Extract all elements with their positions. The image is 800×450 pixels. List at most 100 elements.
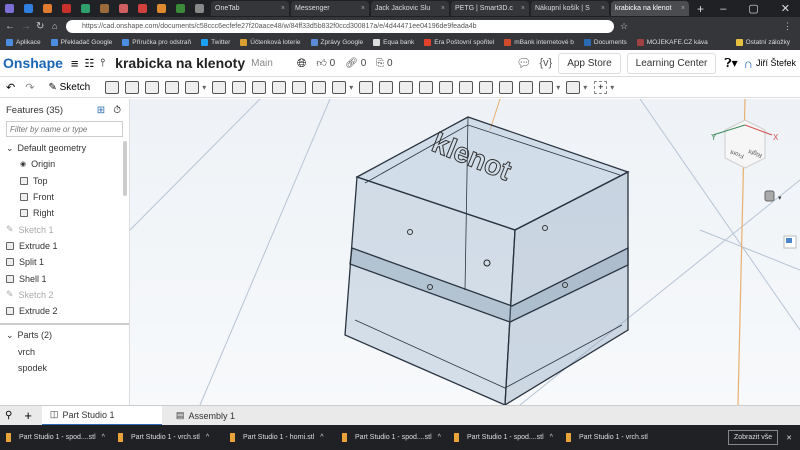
feature-sketch-2[interactable]: ✎ Sketch 2 [0, 287, 129, 303]
delete-part-icon[interactable] [439, 80, 454, 94]
pinned-tab[interactable] [135, 3, 150, 15]
learning-center-button[interactable]: Learning Center [626, 52, 717, 74]
pinned-tab[interactable] [97, 3, 112, 15]
mate-connector-icon[interactable]: + [594, 80, 608, 94]
home-icon[interactable]: ⌂ [52, 21, 57, 31]
onshape-logo[interactable]: Onshape [3, 55, 63, 71]
pinned-tab[interactable] [116, 3, 131, 15]
feature-right-plane[interactable]: Right [0, 205, 129, 221]
feature-list-scrollbar[interactable] [123, 141, 127, 196]
split-icon[interactable] [399, 80, 414, 94]
reload-icon[interactable]: ↻ [36, 21, 44, 32]
rollback-timer-icon[interactable]: ⏱︎ [113, 105, 121, 116]
close-downloads-icon[interactable]: ✕ [786, 434, 792, 442]
modify-fillet-icon[interactable] [459, 80, 474, 94]
loft-icon[interactable] [165, 80, 180, 94]
bookmark[interactable]: Era Poštovní spořitel [424, 39, 494, 46]
feature-sketch-1[interactable]: ✎ Sketch 1 [0, 221, 129, 237]
show-all-downloads-button[interactable]: Zobrazit vše [728, 430, 779, 445]
tab-onetab[interactable]: OneTab × [211, 1, 289, 16]
branch-name[interactable]: Main [251, 58, 273, 69]
bookmark-folder[interactable]: Ostatní záložky [735, 39, 790, 46]
plane-icon[interactable] [539, 80, 554, 94]
rib-icon[interactable] [272, 80, 287, 94]
pinned-tab[interactable] [21, 3, 36, 15]
download-item[interactable]: Part Studio 1 - spod....stl ^ [448, 433, 560, 442]
undo-icon[interactable]: ↶ [6, 81, 15, 94]
transform-icon[interactable] [419, 80, 434, 94]
render-mode-icon[interactable] [764, 190, 775, 202]
download-item[interactable]: Part Studio 1 - vrch.stl ^ [112, 433, 224, 442]
feature-list-icon[interactable]: ☷ [85, 57, 95, 70]
revolve-icon[interactable] [125, 80, 140, 94]
extrude-icon[interactable] [105, 80, 120, 94]
redo-icon[interactable]: ↷ [25, 81, 34, 94]
feature-extrude-1[interactable]: Extrude 1 [0, 238, 129, 254]
tab-assembly-1[interactable]: ▤ Assembly 1 [168, 406, 288, 426]
draft-icon[interactable] [252, 80, 267, 94]
pinned-tab[interactable] [192, 3, 207, 15]
hamburger-icon[interactable]: ≡ [71, 56, 79, 71]
replace-face-icon[interactable] [499, 80, 514, 94]
part-item[interactable]: spodek [0, 360, 129, 376]
likes-count[interactable]: 👍︎ 0 [316, 57, 335, 69]
close-icon[interactable]: × [281, 5, 285, 12]
tab-onshape[interactable]: krabicka na klenot × [611, 1, 689, 16]
help-icon[interactable]: ❓︎▾ [724, 56, 737, 71]
back-icon[interactable]: ← [5, 21, 15, 32]
feature-shell-1[interactable]: Shell 1 [0, 270, 129, 286]
chamfer-icon[interactable] [232, 80, 247, 94]
bookmark[interactable]: Documents [583, 39, 627, 46]
bookmark[interactable]: Equa bank [373, 39, 414, 46]
render-mode-dropdown[interactable]: ▾ [778, 195, 782, 202]
maximize-button[interactable]: ▢ [748, 2, 758, 15]
sketch-button[interactable]: ✎ Sketch [48, 82, 90, 93]
part-item[interactable]: vrch [0, 344, 129, 360]
download-item[interactable]: Part Studio 1 - horni.stl ^ [224, 433, 336, 442]
mirror-icon[interactable] [359, 80, 374, 94]
measure-icon[interactable] [566, 80, 581, 94]
view-cube[interactable]: Y X Front Right [711, 119, 779, 169]
add-tab-button[interactable]: + [24, 408, 32, 423]
pinned-tab[interactable] [154, 3, 169, 15]
tab-search-icon[interactable]: ⚲ [5, 410, 12, 421]
add-folder-icon[interactable]: ⊞ [97, 105, 105, 116]
download-item[interactable]: Part Studio 1 - spod....stl ^ [0, 433, 112, 442]
bookmark[interactable]: Účtenková loterie [240, 39, 301, 46]
close-icon[interactable]: × [361, 5, 365, 12]
bookmark[interactable]: Aplikace [6, 39, 41, 46]
graphics-viewport[interactable]: klenot Y X Front Right ▾ [130, 99, 800, 405]
default-geometry-group[interactable]: ⌄ Default geometry [0, 140, 129, 156]
move-face-icon[interactable] [479, 80, 494, 94]
tab-part-studio-1[interactable]: ◫ Part Studio 1 [41, 405, 162, 426]
pinned-tab[interactable] [78, 3, 93, 15]
star-icon[interactable]: ☆ [620, 21, 628, 32]
close-icon[interactable]: × [521, 5, 525, 12]
feature-origin[interactable]: ◉ Origin [0, 156, 129, 172]
bookmark[interactable]: Twitter [201, 39, 230, 46]
close-icon[interactable]: × [441, 5, 445, 12]
variables-icon[interactable]: {v} [539, 57, 552, 69]
tab-messenger[interactable]: Messenger × [291, 1, 369, 16]
feature-top-plane[interactable]: Top [0, 173, 129, 189]
app-store-button[interactable]: App Store [558, 52, 621, 74]
thicken-icon[interactable] [185, 80, 200, 94]
bookmark[interactable]: Překladač Google [50, 39, 112, 46]
url-field[interactable]: https://cad.onshape.com/documents/c58ccc… [66, 19, 614, 33]
user-menu[interactable]: Jiří Štefek [756, 58, 796, 68]
shell-icon[interactable] [292, 80, 307, 94]
close-icon[interactable]: × [681, 5, 685, 12]
fillet-icon[interactable] [212, 80, 227, 94]
menu-icon[interactable]: ⋮ [783, 21, 792, 32]
pattern-icon[interactable] [332, 80, 347, 94]
download-item[interactable]: Part Studio 1 - spod....stl ^ [336, 433, 448, 442]
sweep-icon[interactable] [145, 80, 160, 94]
tab-petg[interactable]: PETG | Smart3D.c × [451, 1, 529, 16]
insert-icon[interactable]: ⫯ [100, 57, 105, 70]
download-item[interactable]: Part Studio 1 - vrch.stl [560, 433, 672, 442]
bookmark[interactable]: Příručka pro odstraň [122, 39, 191, 46]
bookmark[interactable]: MOJEKAFE.CZ káva [636, 39, 708, 46]
feature-split-1[interactable]: Split 1 [0, 254, 129, 270]
close-window-button[interactable]: ✕ [781, 2, 790, 15]
feature-front-plane[interactable]: Front [0, 189, 129, 205]
